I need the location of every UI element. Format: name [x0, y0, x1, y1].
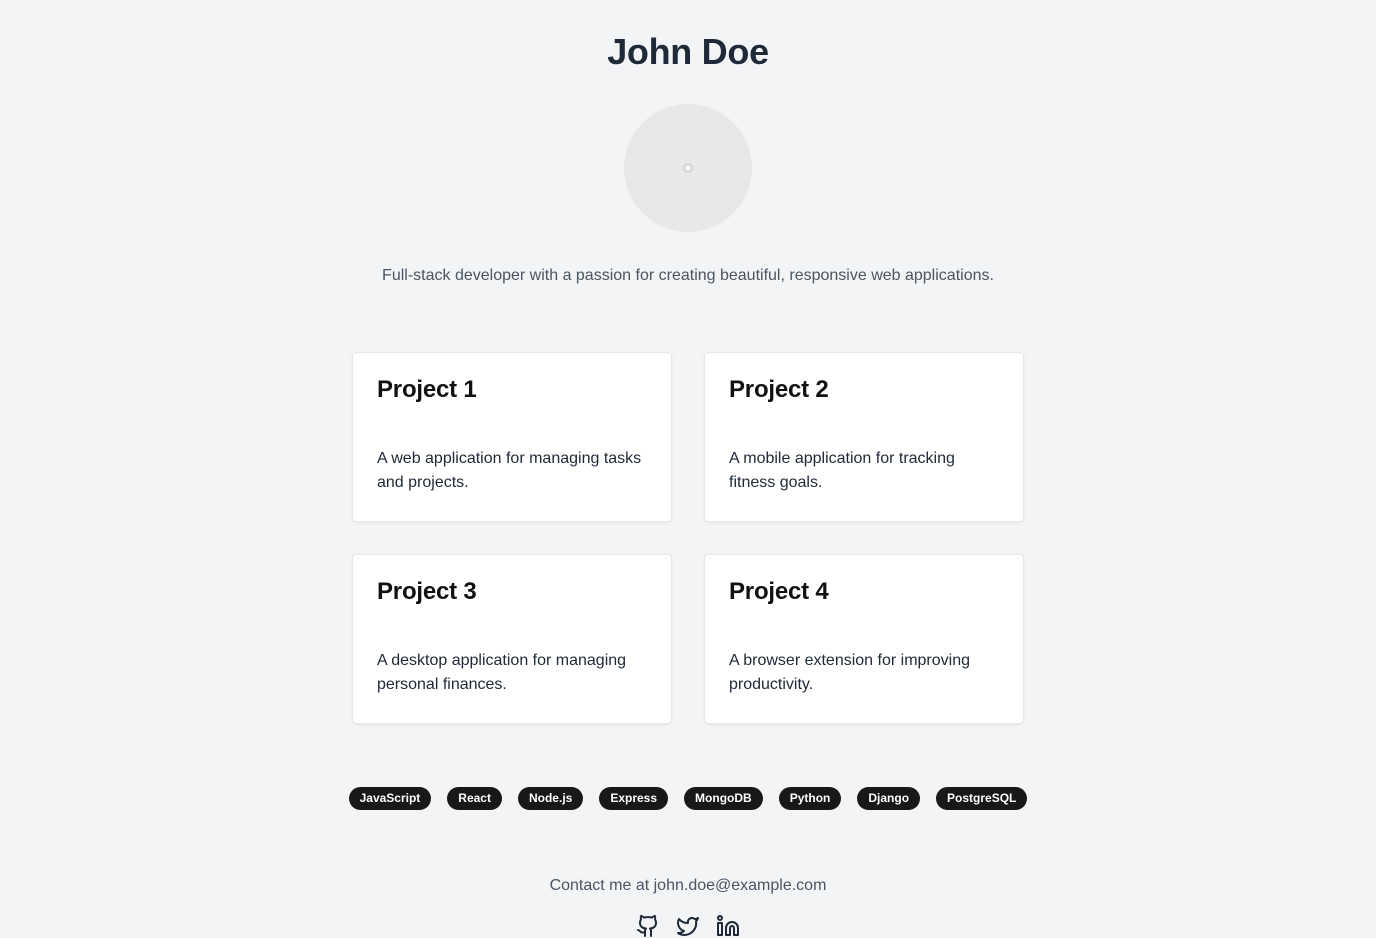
linkedin-link[interactable] [716, 914, 740, 938]
skill-badge: Python [778, 787, 842, 810]
project-description: A desktop application for managing perso… [377, 652, 627, 693]
project-card[interactable]: Project 4 A browser extension for improv… [704, 554, 1024, 724]
skill-badge: PostgreSQL [936, 787, 1028, 810]
twitter-link[interactable] [676, 914, 700, 938]
project-title: Project 3 [377, 578, 477, 605]
project-card[interactable]: Project 2 A mobile application for track… [704, 352, 1024, 522]
skill-badge: Django [857, 787, 921, 810]
skill-badge: React [447, 787, 502, 810]
skill-badge: JavaScript [348, 787, 432, 810]
github-link[interactable] [636, 914, 660, 938]
portfolio-page: John Doe Full-stack developer with a pas… [0, 0, 1376, 938]
skills-list: JavaScript React Node.js Express MongoDB… [0, 787, 1376, 810]
avatar [624, 104, 752, 232]
social-links [0, 914, 1376, 938]
avatar-placeholder-icon [683, 163, 693, 173]
project-card[interactable]: Project 1 A web application for managing… [352, 352, 672, 522]
project-title: Project 4 [729, 578, 829, 605]
skill-badge: Node.js [517, 787, 584, 810]
project-description: A mobile application for tracking fitnes… [729, 450, 955, 491]
profile-bio: Full-stack developer with a passion for … [382, 267, 994, 284]
contact-text: Contact me at john.doe@example.com [549, 877, 827, 894]
project-title: Project 2 [729, 376, 829, 403]
skill-badge: Express [599, 787, 669, 810]
profile-name: John Doe [607, 31, 769, 72]
project-description: A web application for managing tasks and… [377, 450, 642, 491]
twitter-icon [677, 917, 699, 936]
project-description: A browser extension for improving produc… [729, 652, 970, 693]
project-card[interactable]: Project 3 A desktop application for mana… [352, 554, 672, 724]
project-title: Project 1 [377, 376, 477, 403]
skill-badge: MongoDB [684, 787, 763, 810]
linkedin-icon [717, 915, 739, 936]
projects-grid: Project 1 A web application for managing… [352, 352, 1024, 724]
github-icon [637, 915, 658, 937]
